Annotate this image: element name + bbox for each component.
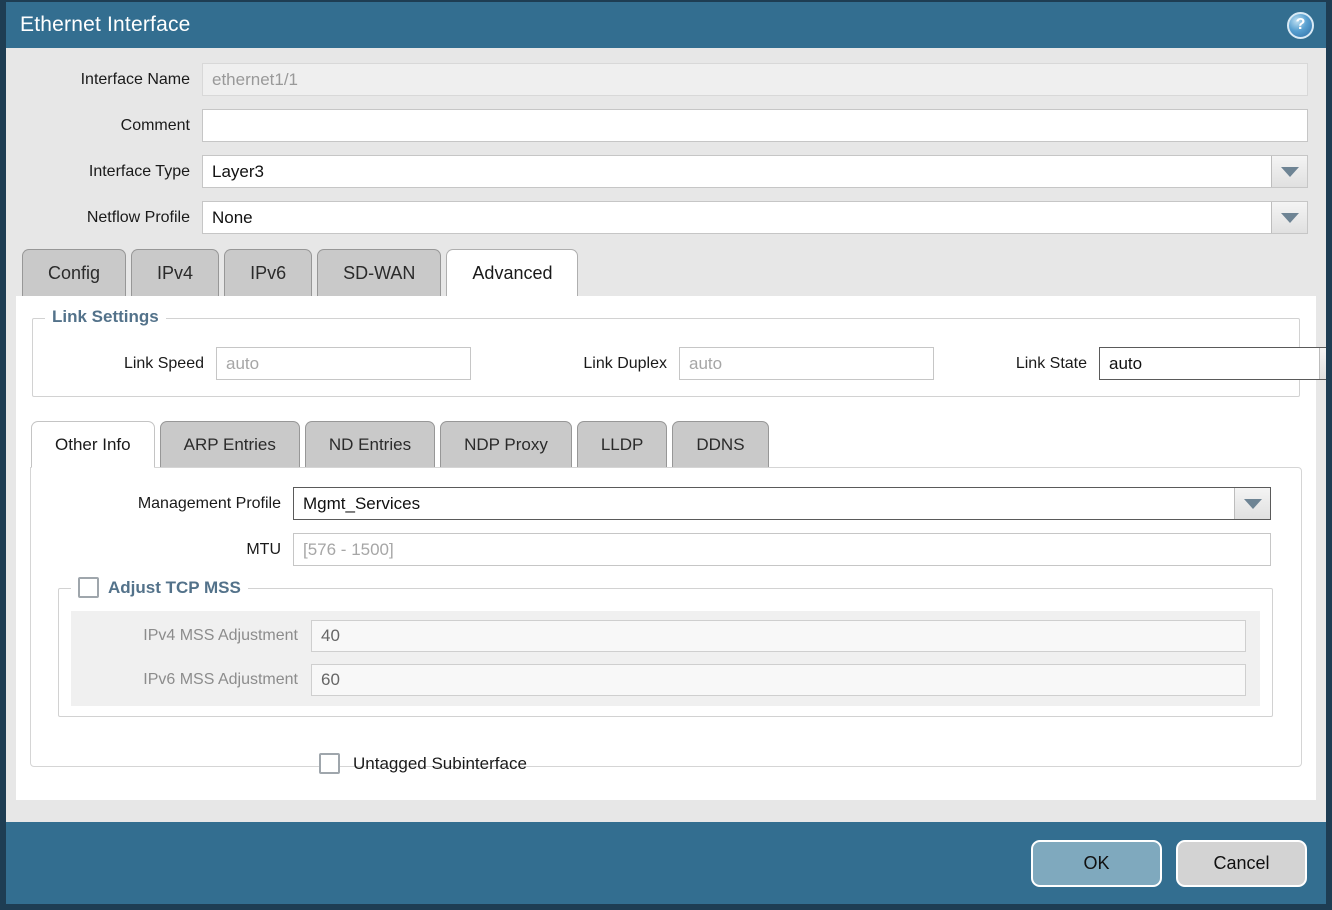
- netflow-profile-value: None: [203, 208, 1271, 228]
- help-icon[interactable]: ?: [1287, 12, 1314, 39]
- cancel-button[interactable]: Cancel: [1176, 840, 1307, 887]
- link-speed-label: Link Speed: [33, 355, 216, 373]
- subtab-arp-entries[interactable]: ARP Entries: [160, 421, 300, 467]
- management-profile-select[interactable]: Mgmt_Services: [293, 487, 1271, 520]
- link-duplex-label: Link Duplex: [519, 355, 679, 373]
- interface-type-label: Interface Type: [6, 163, 202, 181]
- ipv4-mss-field-box: [311, 620, 1246, 652]
- link-settings-legend-text: Link Settings: [52, 307, 159, 327]
- interface-name-field-box: [202, 63, 1308, 96]
- comment-label: Comment: [6, 117, 202, 135]
- link-state-value: auto: [1100, 354, 1319, 374]
- link-speed-input[interactable]: [217, 348, 470, 379]
- ipv6-mss-field-box: [311, 664, 1246, 696]
- adjust-tcp-mss-legend: Adjust TCP MSS: [71, 577, 248, 598]
- subtab-lldp[interactable]: LLDP: [577, 421, 668, 467]
- link-settings-legend: Link Settings: [45, 307, 166, 327]
- ipv6-mss-row: IPv6 MSS Adjustment: [71, 664, 1246, 696]
- interface-name-input: [203, 64, 1307, 95]
- link-state-label: Link State: [996, 355, 1099, 373]
- link-settings-fieldset: Link Settings Link Speed Link Duplex Lin…: [32, 318, 1300, 397]
- link-speed-field-box: [216, 347, 471, 380]
- tab-ipv4[interactable]: IPv4: [131, 249, 219, 296]
- subtab-nd-entries[interactable]: ND Entries: [305, 421, 435, 467]
- dialog-titlebar: Ethernet Interface ?: [6, 2, 1326, 48]
- netflow-profile-label: Netflow Profile: [6, 209, 202, 227]
- chevron-down-icon: [1244, 499, 1262, 509]
- ok-button[interactable]: OK: [1031, 840, 1162, 887]
- interface-type-dropdown-trigger[interactable]: [1271, 156, 1307, 187]
- ipv4-mss-row: IPv4 MSS Adjustment: [71, 620, 1246, 652]
- comment-row: Comment: [6, 109, 1308, 142]
- ipv6-mss-label: IPv6 MSS Adjustment: [71, 671, 311, 689]
- link-duplex-field-box: [679, 347, 934, 380]
- interface-type-row: Interface Type Layer3: [6, 155, 1308, 188]
- tab-config[interactable]: Config: [22, 249, 126, 296]
- management-profile-value: Mgmt_Services: [294, 494, 1234, 514]
- interface-type-select[interactable]: Layer3: [202, 155, 1308, 188]
- link-state-select[interactable]: auto: [1099, 347, 1326, 380]
- subtab-ndp-proxy[interactable]: NDP Proxy: [440, 421, 572, 467]
- adjust-tcp-mss-fieldset: Adjust TCP MSS IPv4 MSS Adjustment IPv6 …: [58, 588, 1273, 717]
- comment-field-box: [202, 109, 1308, 142]
- mtu-field-box: [293, 533, 1271, 566]
- link-settings-row: Link Speed Link Duplex Link State auto: [33, 347, 1289, 380]
- management-profile-dropdown-trigger[interactable]: [1234, 488, 1270, 519]
- comment-input[interactable]: [203, 110, 1307, 141]
- mtu-label: MTU: [31, 541, 293, 559]
- mss-disabled-block: IPv4 MSS Adjustment IPv6 MSS Adjustment: [71, 611, 1260, 706]
- other-info-panel: Management Profile Mgmt_Services MTU: [30, 467, 1302, 767]
- dialog-title: Ethernet Interface: [20, 13, 191, 37]
- mtu-row: MTU: [31, 533, 1271, 566]
- netflow-profile-select[interactable]: None: [202, 201, 1308, 234]
- management-profile-row: Management Profile Mgmt_Services: [31, 487, 1271, 520]
- subtab-ddns[interactable]: DDNS: [672, 421, 768, 467]
- chevron-down-icon: [1281, 213, 1299, 223]
- ethernet-interface-dialog: Ethernet Interface ? Interface Name Comm…: [0, 0, 1332, 910]
- link-state-dropdown-trigger[interactable]: [1319, 348, 1326, 379]
- chevron-down-icon: [1281, 167, 1299, 177]
- interface-type-value: Layer3: [203, 162, 1271, 182]
- tab-ipv6[interactable]: IPv6: [224, 249, 312, 296]
- ipv6-mss-input: [312, 665, 1245, 695]
- adjust-tcp-mss-checkbox[interactable]: [78, 577, 99, 598]
- interface-name-row: Interface Name: [6, 63, 1308, 96]
- subtab-other-info[interactable]: Other Info: [31, 421, 155, 468]
- netflow-profile-dropdown-trigger[interactable]: [1271, 202, 1307, 233]
- tab-advanced[interactable]: Advanced: [446, 249, 578, 296]
- mtu-input[interactable]: [294, 534, 1270, 565]
- management-profile-label: Management Profile: [31, 495, 293, 513]
- help-icon-glyph: ?: [1296, 16, 1306, 34]
- link-duplex-input[interactable]: [680, 348, 933, 379]
- ipv4-mss-label: IPv4 MSS Adjustment: [71, 627, 311, 645]
- dialog-footer: OK Cancel: [6, 822, 1326, 904]
- sub-tab-bar: Other Info ARP Entries ND Entries NDP Pr…: [31, 421, 1316, 467]
- main-tab-bar: Config IPv4 IPv6 SD-WAN Advanced: [22, 249, 1326, 296]
- tab-sdwan[interactable]: SD-WAN: [317, 249, 441, 296]
- untagged-subinterface-row: Untagged Subinterface: [319, 753, 1301, 774]
- interface-name-label: Interface Name: [6, 71, 202, 89]
- advanced-tab-panel: Link Settings Link Speed Link Duplex Lin…: [16, 296, 1316, 800]
- dialog-body: Interface Name Comment Interface Type La…: [6, 48, 1326, 822]
- ipv4-mss-input: [312, 621, 1245, 651]
- untagged-subinterface-checkbox[interactable]: [319, 753, 340, 774]
- adjust-tcp-mss-legend-text: Adjust TCP MSS: [108, 578, 241, 598]
- untagged-subinterface-label: Untagged Subinterface: [353, 754, 527, 774]
- netflow-profile-row: Netflow Profile None: [6, 201, 1308, 234]
